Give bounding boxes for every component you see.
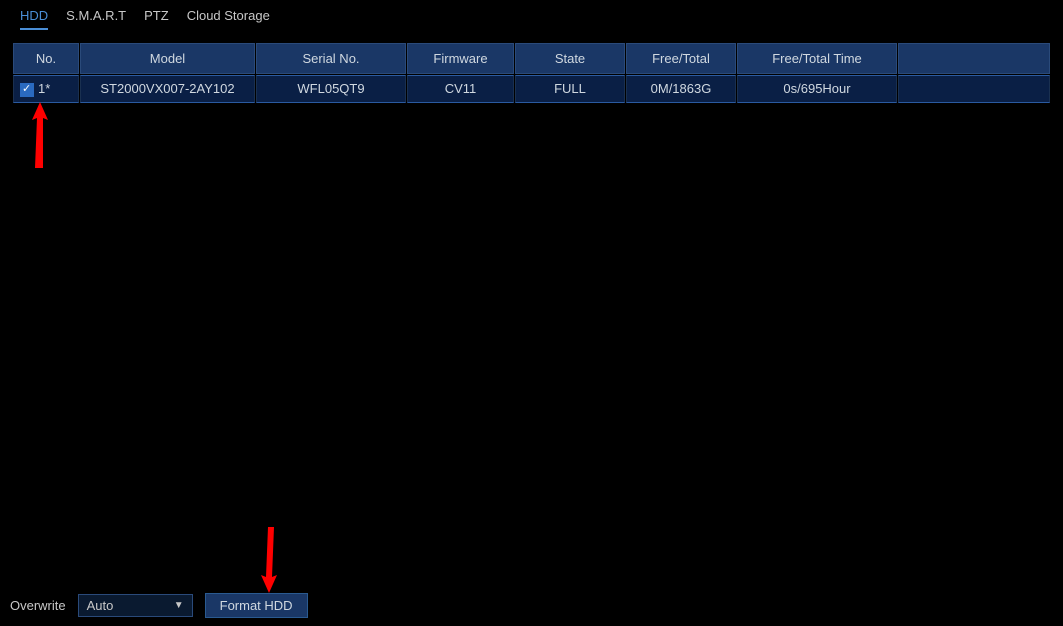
cell-freetotal: 0M/1863G [626, 75, 736, 103]
header-freetotal[interactable]: Free/Total [626, 43, 736, 74]
cell-firmware: CV11 [407, 75, 514, 103]
format-hdd-button[interactable]: Format HDD [205, 593, 308, 618]
cell-serial: WFL05QT9 [256, 75, 406, 103]
main-content: No. Model Serial No. Firmware State Free… [0, 30, 1063, 116]
header-state[interactable]: State [515, 43, 625, 74]
annotation-arrow-format [255, 525, 285, 598]
cell-no[interactable]: 1* [13, 75, 79, 103]
footer-bar: Overwrite Auto ▼ Format HDD [10, 593, 308, 618]
header-freetime[interactable]: Free/Total Time [737, 43, 897, 74]
cell-model: ST2000VX007-2AY102 [80, 75, 255, 103]
overwrite-select[interactable]: Auto ▼ [78, 594, 193, 617]
hdd-table: No. Model Serial No. Firmware State Free… [12, 42, 1051, 104]
header-blank [898, 43, 1050, 74]
table-row[interactable]: 1* ST2000VX007-2AY102 WFL05QT9 CV11 FULL… [13, 75, 1050, 103]
overwrite-value: Auto [87, 598, 114, 613]
tab-smart[interactable]: S.M.A.R.T [66, 8, 126, 30]
header-no[interactable]: No. [13, 43, 79, 74]
chevron-down-icon: ▼ [174, 600, 184, 611]
cell-blank-row [898, 75, 1050, 103]
table-header-row: No. Model Serial No. Firmware State Free… [13, 43, 1050, 74]
header-serial[interactable]: Serial No. [256, 43, 406, 74]
header-model[interactable]: Model [80, 43, 255, 74]
tab-cloud[interactable]: Cloud Storage [187, 8, 270, 30]
row-no-text: 1* [38, 81, 50, 96]
cell-state: FULL [515, 75, 625, 103]
tab-bar: HDD S.M.A.R.T PTZ Cloud Storage [0, 0, 1063, 30]
tab-ptz[interactable]: PTZ [144, 8, 169, 30]
overwrite-label: Overwrite [10, 598, 66, 613]
header-firmware[interactable]: Firmware [407, 43, 514, 74]
row-checkbox[interactable] [20, 83, 34, 97]
tab-hdd[interactable]: HDD [20, 8, 48, 30]
cell-freetime: 0s/695Hour [737, 75, 897, 103]
